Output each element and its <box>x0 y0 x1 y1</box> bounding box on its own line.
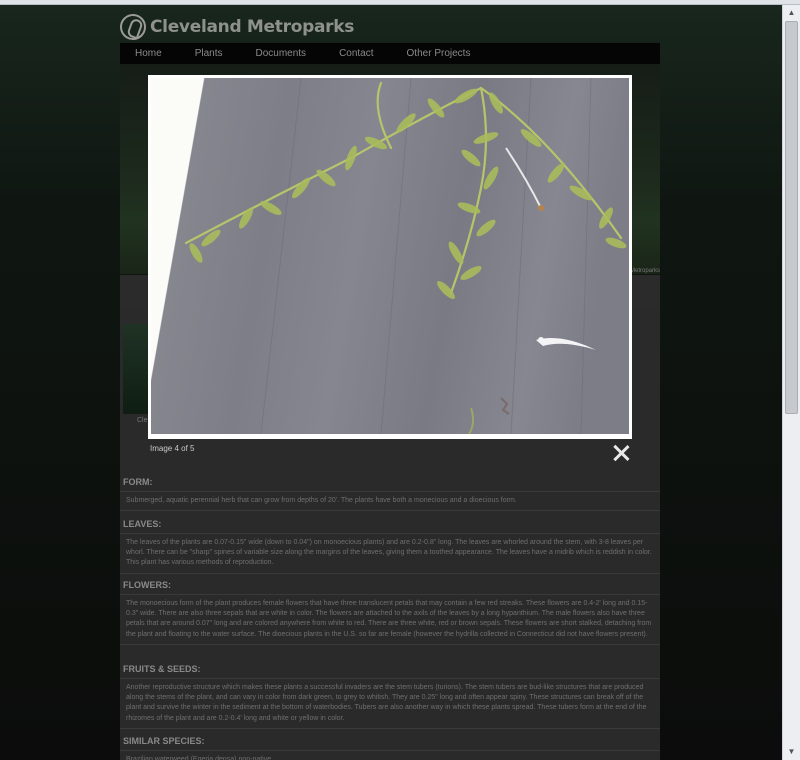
leaf-logo-icon <box>120 14 146 40</box>
nav-other-projects[interactable]: Other Projects <box>407 48 471 59</box>
section-title: SIMILAR SPECIES: <box>123 736 205 746</box>
scroll-down-arrow-icon[interactable]: ▼ <box>783 744 800 760</box>
hero-credit: Metroparks <box>629 268 660 274</box>
vertical-scrollbar[interactable]: ▲ ▼ <box>782 5 800 760</box>
site-logo[interactable]: Cleveland Metroparks <box>120 11 354 43</box>
fruits-seeds-section: FRUITS & SEEDS: Another reproductive str… <box>120 663 660 729</box>
scroll-thumb[interactable] <box>785 21 798 414</box>
section-title: LEAVES: <box>123 519 162 529</box>
leaves-section: LEAVES: The leaves of the plants are 0.0… <box>120 518 660 574</box>
section-body: The monoecious form of the plant produce… <box>120 594 660 645</box>
lightbox-photo[interactable] <box>151 78 629 434</box>
close-icon[interactable] <box>612 444 630 462</box>
section-title: FLOWERS: <box>123 580 171 590</box>
nav-documents[interactable]: Documents <box>255 48 306 59</box>
logo-text: Cleveland Metroparks <box>150 17 355 37</box>
nav-home[interactable]: Home <box>135 48 162 59</box>
main-nav: Home Plants Documents Contact Other Proj… <box>120 43 660 64</box>
flowers-section: FLOWERS: The monoecious form of the plan… <box>120 579 660 645</box>
nav-contact[interactable]: Contact <box>339 48 373 59</box>
section-body: Another reproductive structure which mak… <box>120 678 660 729</box>
similar-species-section: SIMILAR SPECIES: Brazilian waterweed (Eg… <box>120 735 660 760</box>
lightbox-caption: Image 4 of 5 <box>150 444 195 453</box>
plant-thumbnail[interactable] <box>123 324 149 414</box>
lightbox-frame <box>148 75 632 439</box>
section-body: Submerged, aquatic perennial herb that c… <box>120 491 660 512</box>
scroll-up-arrow-icon[interactable]: ▲ <box>783 5 800 21</box>
section-body: The leaves of the plants are 0.07-0.15" … <box>120 533 660 574</box>
hydrilla-plant-image <box>184 78 627 434</box>
section-title: FRUITS & SEEDS: <box>123 664 201 674</box>
section-body: Brazilian waterweed (Egeria densa) non-n… <box>120 750 660 760</box>
form-section: FORM: Submerged, aquatic perennial herb … <box>120 476 660 512</box>
nav-plants[interactable]: Plants <box>195 48 223 59</box>
thumbnail-caption: Cle <box>137 417 148 424</box>
section-title: FORM: <box>123 477 153 487</box>
